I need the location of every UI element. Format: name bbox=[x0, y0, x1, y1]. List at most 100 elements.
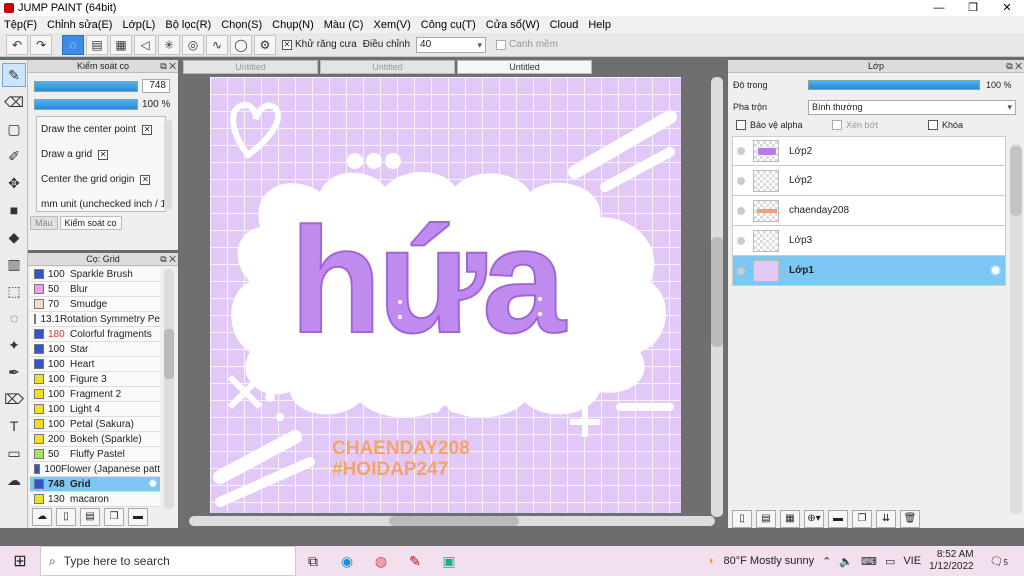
lock-checkbox[interactable] bbox=[928, 120, 938, 130]
select-eraser-icon[interactable]: ⌦ bbox=[2, 387, 26, 411]
edge-browser-icon[interactable]: ◉ bbox=[330, 546, 364, 576]
lasso-tool-icon[interactable]: ◌ bbox=[2, 306, 26, 330]
brush-menu-icon[interactable]: ▤ bbox=[80, 508, 100, 526]
hatch-pattern-icon[interactable]: ▤ bbox=[86, 34, 108, 55]
radial-icon[interactable]: ✳ bbox=[158, 34, 180, 55]
tray-chevron-icon[interactable]: ⌃ bbox=[822, 555, 831, 568]
gradient-tool-icon[interactable]: ▥ bbox=[2, 252, 26, 276]
folder-icon[interactable]: ▬ bbox=[128, 508, 148, 526]
menu-cloud[interactable]: Cloud bbox=[550, 19, 579, 31]
fill-rect-icon[interactable]: ■ bbox=[2, 198, 26, 222]
merge-layer-icon[interactable]: ⇊ bbox=[876, 510, 896, 528]
menu-layer[interactable]: Lớp(L) bbox=[122, 19, 155, 31]
clipping-checkbox[interactable] bbox=[832, 120, 842, 130]
new-layer-icon[interactable]: ▯ bbox=[732, 510, 752, 528]
brush-item[interactable]: 100 Figure 3 bbox=[30, 372, 160, 387]
layer-item-selected[interactable]: Lớp1 ✹ bbox=[732, 256, 1006, 286]
doc-tab-active[interactable]: Untitled bbox=[457, 60, 592, 74]
notification-icon[interactable]: 🗨5 bbox=[990, 555, 1016, 568]
eraser-tool-icon[interactable]: ⌫ bbox=[2, 90, 26, 114]
brush-opacity-slider[interactable] bbox=[34, 99, 138, 110]
brush-item[interactable]: 100 Fragment 2 bbox=[30, 387, 160, 402]
layer-list-scrollbar[interactable] bbox=[1010, 144, 1022, 514]
center-grid-checkbox[interactable]: ✕ bbox=[140, 174, 151, 185]
ellipse-icon[interactable]: ◯ bbox=[230, 34, 252, 55]
cloud-brush-icon[interactable]: ☁ bbox=[32, 508, 52, 526]
menu-color[interactable]: Màu (C) bbox=[324, 19, 364, 31]
brush-item[interactable]: 100 Star bbox=[30, 342, 160, 357]
tab-brush-control[interactable]: Kiểm soát cọ bbox=[59, 216, 122, 230]
brush-list-scrollbar[interactable] bbox=[164, 269, 174, 509]
blend-mode-select[interactable]: Bình thường bbox=[808, 99, 1016, 115]
magic-wand-icon[interactable]: ✦ bbox=[2, 333, 26, 357]
delete-layer-icon[interactable]: 🗑 bbox=[900, 510, 920, 528]
menu-help[interactable]: Help bbox=[588, 19, 611, 31]
layer-item[interactable]: Lớp2 bbox=[732, 136, 1006, 166]
windows-start-icon[interactable]: ⊞ bbox=[0, 546, 40, 576]
artwork-canvas[interactable]: hứa CHAENDAY208 #HOIDAP247 bbox=[210, 77, 681, 513]
divider-tool-icon[interactable]: ▭ bbox=[2, 441, 26, 465]
gear-icon[interactable]: ⚙ bbox=[254, 34, 276, 55]
brush-item-selected[interactable]: 748 Grid ✹ bbox=[30, 477, 160, 492]
brush-item[interactable]: 100 Light 4 bbox=[30, 402, 160, 417]
brush-tool-icon[interactable]: ✐ bbox=[2, 144, 26, 168]
new-brush-icon[interactable]: ▯ bbox=[56, 508, 76, 526]
canvas-vertical-scrollbar[interactable] bbox=[711, 77, 723, 517]
move-tool-icon[interactable]: ✥ bbox=[2, 171, 26, 195]
panel-controls[interactable]: ⧉ ✕ bbox=[1006, 60, 1022, 72]
visibility-icon[interactable] bbox=[737, 266, 745, 275]
new-halftone-layer-icon[interactable]: ▦ bbox=[780, 510, 800, 528]
brush-item[interactable]: 130 macaron bbox=[30, 492, 160, 507]
brush-item[interactable]: 100 Sparkle Brush bbox=[30, 267, 160, 282]
app-window-icon[interactable]: ▣ bbox=[432, 546, 466, 576]
menu-edit[interactable]: Chỉnh sửa(E) bbox=[47, 19, 112, 31]
brush-size-value[interactable]: 748 bbox=[142, 79, 170, 93]
menu-select[interactable]: Chọn(S) bbox=[221, 19, 262, 31]
doc-tab[interactable]: Untitled bbox=[320, 60, 455, 74]
draw-center-checkbox[interactable]: ✕ bbox=[142, 124, 153, 135]
gear-icon[interactable]: ✹ bbox=[149, 479, 157, 490]
options-scrollbar[interactable] bbox=[164, 120, 172, 210]
brush-item[interactable]: 180 Colorful fragments bbox=[30, 327, 160, 342]
visibility-icon[interactable] bbox=[737, 206, 745, 215]
redo-icon[interactable]: ↷ bbox=[30, 34, 52, 55]
brush-item[interactable]: 50 Blur bbox=[30, 282, 160, 297]
weather-text[interactable]: 80°F Mostly sunny bbox=[724, 555, 815, 567]
menu-file[interactable]: Tệp(F) bbox=[4, 19, 37, 31]
rect-select-icon[interactable]: ▢ bbox=[2, 117, 26, 141]
panel-controls[interactable]: ⧉ ✕ bbox=[160, 253, 176, 265]
close-button[interactable]: ✕ bbox=[990, 0, 1024, 16]
weather-icon[interactable]: ◐ bbox=[709, 555, 716, 567]
jump-paint-taskbar-icon[interactable]: ✎ bbox=[398, 546, 432, 576]
draw-grid-checkbox[interactable]: ✕ bbox=[98, 149, 109, 160]
task-view-icon[interactable]: ⧉ bbox=[296, 546, 330, 576]
pen-tool-icon[interactable]: ✎ bbox=[2, 63, 26, 87]
antialias-checkbox[interactable]: ✕ bbox=[282, 39, 292, 50]
layer-item[interactable]: Lớp3 bbox=[732, 226, 1006, 256]
monitor-icon[interactable]: ▭ bbox=[885, 555, 895, 568]
brush-item[interactable]: 70 Smudge bbox=[30, 297, 160, 312]
undo-icon[interactable]: ↶ bbox=[6, 34, 28, 55]
maximize-button[interactable]: ❐ bbox=[956, 0, 990, 16]
bucket-tool-icon[interactable]: ◆ bbox=[2, 225, 26, 249]
keyboard-icon[interactable]: ⌨ bbox=[861, 555, 877, 568]
visibility-icon[interactable] bbox=[737, 236, 745, 245]
canvas-horizontal-scrollbar[interactable] bbox=[189, 516, 715, 526]
perspective-icon[interactable]: ◁ bbox=[134, 34, 156, 55]
tab-color[interactable]: Màu bbox=[30, 216, 58, 230]
concentric-icon[interactable]: ◎ bbox=[182, 34, 204, 55]
visibility-icon[interactable] bbox=[737, 176, 745, 185]
chrome-browser-icon[interactable]: ◍ bbox=[364, 546, 398, 576]
menu-tools[interactable]: Công cụ(T) bbox=[421, 19, 476, 31]
layer-opacity-slider[interactable] bbox=[808, 80, 980, 90]
brush-size-slider[interactable] bbox=[34, 80, 138, 92]
new-color-layer-icon[interactable]: ▤ bbox=[756, 510, 776, 528]
copy-brush-icon[interactable]: ❐ bbox=[104, 508, 124, 526]
brush-item[interactable]: 50 Fluffy Pastel bbox=[30, 447, 160, 462]
layer-item[interactable]: chaenday208 bbox=[732, 196, 1006, 226]
text-tool-icon[interactable]: T bbox=[2, 414, 26, 438]
menu-view[interactable]: Xem(V) bbox=[373, 19, 410, 31]
grid-pattern-icon[interactable]: ▦ bbox=[110, 34, 132, 55]
add-layer-menu-icon[interactable]: ⊕▾ bbox=[804, 510, 824, 528]
curve-icon[interactable]: ∿ bbox=[206, 34, 228, 55]
